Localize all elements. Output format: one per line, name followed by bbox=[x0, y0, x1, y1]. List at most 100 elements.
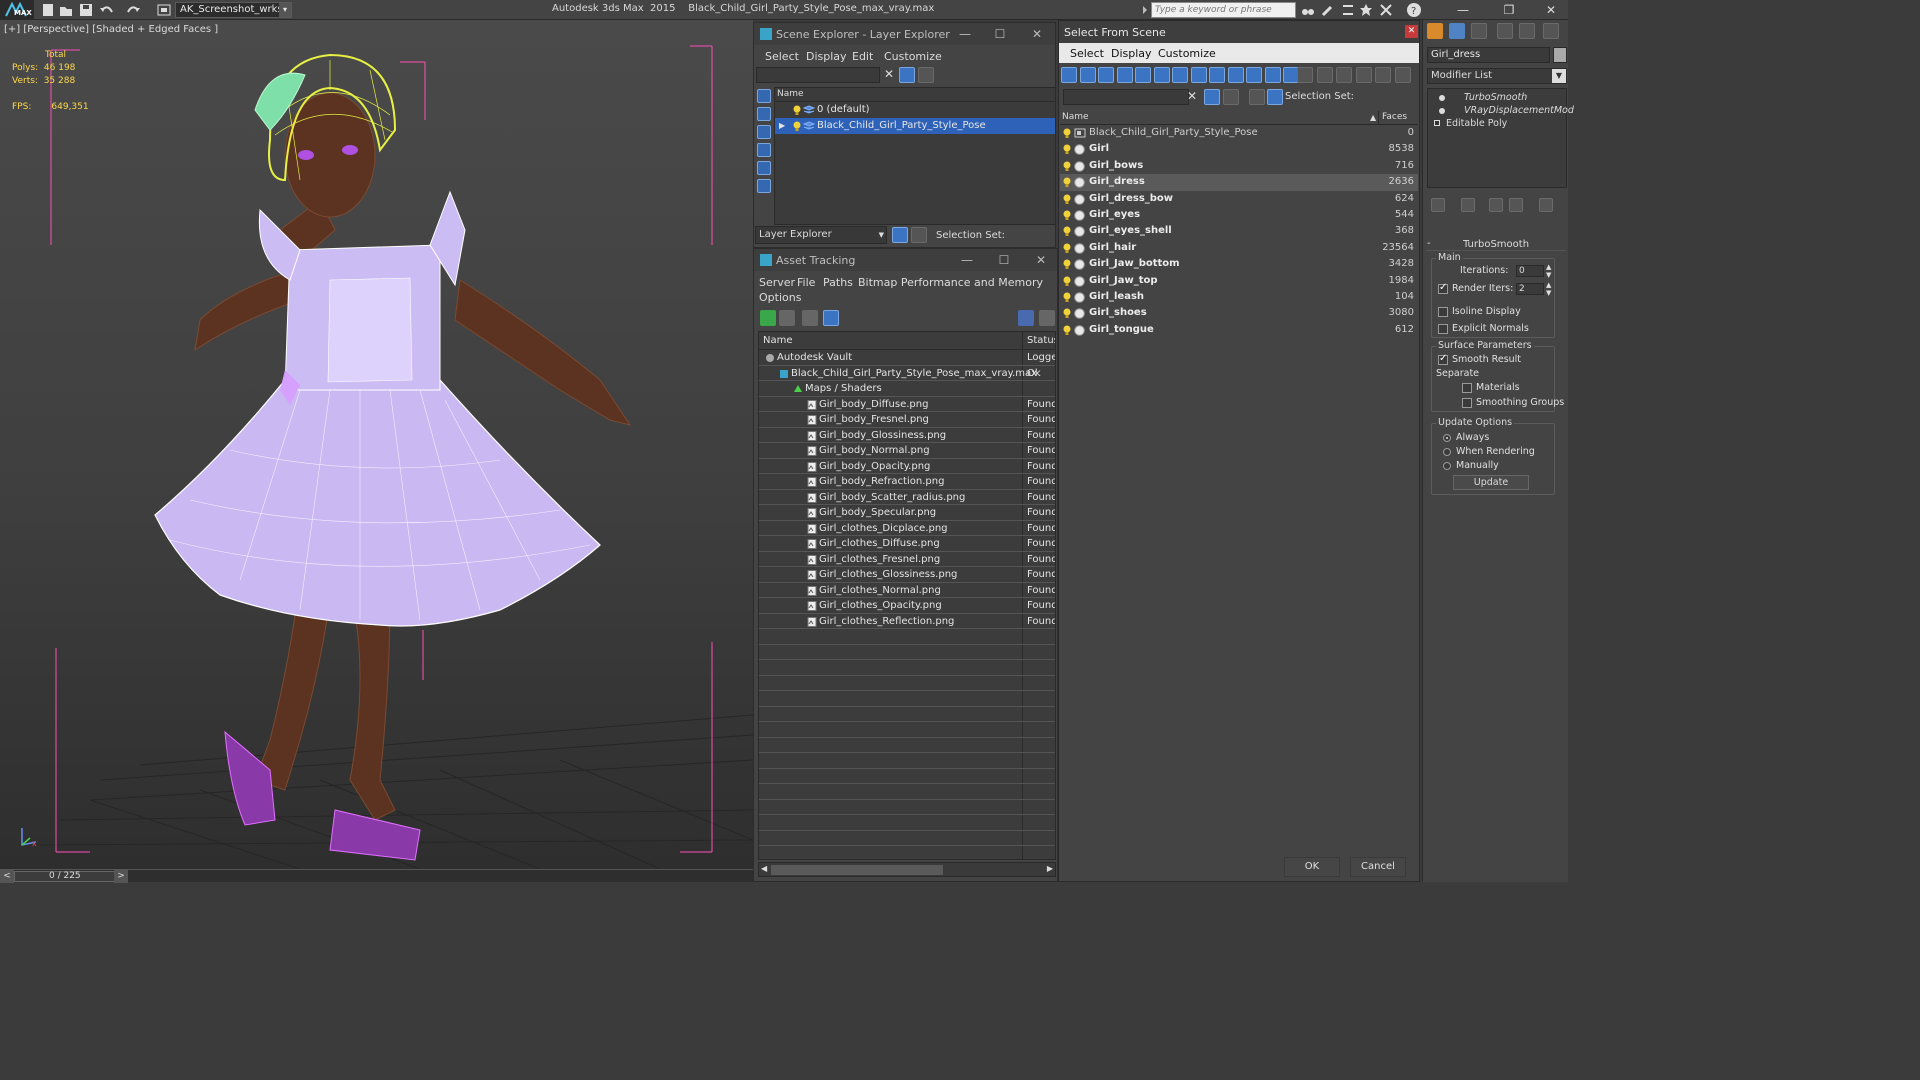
spinner-arrows-icon[interactable]: ▲ ▼ bbox=[1546, 263, 1551, 279]
asset-row[interactable]: Girl_body_Fresnel.png Found bbox=[759, 412, 1055, 428]
help-icon[interactable] bbox=[1018, 310, 1034, 326]
cameras-filter-icon[interactable] bbox=[1172, 67, 1188, 83]
settings-icon[interactable] bbox=[1039, 310, 1055, 326]
redo-icon[interactable] bbox=[126, 2, 142, 18]
col-faces-header[interactable]: Faces bbox=[1382, 111, 1407, 124]
binoculars-icon[interactable] bbox=[1300, 2, 1316, 18]
bulb-icon[interactable] bbox=[793, 121, 801, 131]
bulb-icon[interactable] bbox=[1063, 177, 1071, 188]
object-row[interactable]: Girl_tongue 612 bbox=[1060, 322, 1418, 338]
minimize-button[interactable]: — bbox=[948, 24, 982, 44]
select-none-icon[interactable] bbox=[1316, 67, 1333, 83]
menu-customize[interactable]: Customize bbox=[884, 50, 942, 63]
shapes-filter-icon[interactable] bbox=[1135, 67, 1151, 83]
display-helpers-icon[interactable] bbox=[757, 179, 771, 193]
scene-explorer-titlebar[interactable]: Scene Explorer - Layer Explorer — ☐ ✕ bbox=[754, 23, 1055, 45]
bulb-icon[interactable] bbox=[1438, 107, 1446, 115]
maximize-button[interactable]: ☐ bbox=[987, 250, 1021, 270]
time-slider-track[interactable]: 0 / 225 bbox=[14, 871, 128, 882]
display-lights-icon[interactable] bbox=[757, 143, 771, 157]
filter-icon[interactable] bbox=[899, 67, 915, 83]
col-status-header[interactable]: Status bbox=[1027, 332, 1055, 350]
motion-tab-icon[interactable] bbox=[1497, 23, 1513, 39]
table-view-icon[interactable] bbox=[823, 310, 839, 326]
stack-item-turbosmooth[interactable]: TurboSmooth bbox=[1428, 91, 1566, 104]
asset-row[interactable]: Girl_clothes_Fresnel.png Found bbox=[759, 552, 1055, 567]
update-button[interactable]: Update bbox=[1453, 475, 1529, 490]
asset-row[interactable]: Maps / Shaders bbox=[759, 381, 1055, 397]
pin-stack-icon[interactable] bbox=[1431, 198, 1445, 212]
menu-options[interactable]: Options bbox=[759, 291, 801, 304]
object-row[interactable]: Girl_eyes 544 bbox=[1060, 207, 1418, 223]
menu-select[interactable]: Select bbox=[1070, 47, 1104, 60]
restore-button[interactable]: ❐ bbox=[1494, 0, 1524, 20]
object-row[interactable]: Girl_dress_bow 624 bbox=[1060, 191, 1418, 207]
explorer-type-dropdown[interactable]: Layer Explorer ▼ bbox=[755, 226, 887, 244]
list-view-icon[interactable] bbox=[779, 310, 795, 326]
spacewarps-filter-icon[interactable] bbox=[1209, 67, 1225, 83]
menu-edit[interactable]: Edit bbox=[852, 50, 873, 63]
scene-search-input[interactable] bbox=[756, 67, 880, 83]
cancel-button[interactable]: Cancel bbox=[1350, 857, 1406, 877]
options-icon[interactable] bbox=[1223, 89, 1239, 105]
time-slider[interactable]: < 0 / 225 > bbox=[0, 869, 753, 883]
bones-filter-icon[interactable] bbox=[1264, 67, 1281, 83]
object-row[interactable]: Girl_leash 104 bbox=[1060, 289, 1418, 305]
bulb-icon[interactable] bbox=[1063, 276, 1071, 287]
asset-row[interactable]: Girl_body_Opacity.png Found bbox=[759, 459, 1055, 474]
remove-modifier-icon[interactable] bbox=[1509, 198, 1523, 212]
asset-tracking-titlebar[interactable]: Asset Tracking — ☐ ✕ bbox=[754, 249, 1057, 271]
materials-checkbox[interactable] bbox=[1462, 383, 1472, 393]
bulb-icon[interactable] bbox=[1063, 144, 1071, 155]
clear-search-icon[interactable]: ✕ bbox=[1187, 89, 1197, 103]
save-icon[interactable] bbox=[78, 2, 94, 18]
asset-row[interactable]: Girl_clothes_Normal.png Found bbox=[759, 583, 1055, 598]
sort-options-icon[interactable] bbox=[1375, 67, 1391, 83]
menu-select[interactable]: Select bbox=[765, 50, 799, 63]
minimize-button[interactable]: — bbox=[1448, 0, 1478, 20]
select-all-icon[interactable] bbox=[1297, 67, 1313, 83]
bulb-icon[interactable] bbox=[1063, 226, 1071, 237]
hierarchy-tab-icon[interactable] bbox=[1471, 23, 1487, 39]
asset-row[interactable]: Girl_clothes_Dicplace.png Found bbox=[759, 521, 1055, 536]
layer-column-name[interactable]: Name bbox=[775, 88, 1055, 102]
isoline-display-checkbox[interactable] bbox=[1438, 307, 1448, 317]
layer-row[interactable]: 0 (default) bbox=[775, 102, 1055, 118]
display-none-icon[interactable] bbox=[757, 89, 771, 103]
time-prev-button[interactable]: < bbox=[0, 870, 14, 883]
menu-bitmap-performance[interactable]: Bitmap Performance and Memory bbox=[858, 276, 1043, 289]
object-color-swatch[interactable] bbox=[1553, 47, 1567, 63]
collapse-icon[interactable] bbox=[1394, 67, 1411, 83]
hierarchy-mode-icon[interactable] bbox=[911, 227, 927, 243]
object-row[interactable]: Girl_Jaw_top 1984 bbox=[1060, 273, 1418, 289]
object-row[interactable]: Black_Child_Girl_Party_Style_Pose 0 bbox=[1060, 125, 1418, 141]
select-search-input[interactable] bbox=[1063, 89, 1189, 105]
xrefs-filter-icon[interactable] bbox=[1246, 67, 1262, 83]
col-name-header[interactable]: Name bbox=[1062, 111, 1089, 124]
close-button[interactable]: ✕ bbox=[1024, 250, 1058, 270]
bulb-icon[interactable] bbox=[1063, 259, 1071, 270]
turbosmooth-rollout-title[interactable]: TurboSmooth bbox=[1427, 238, 1565, 251]
bulb-icon[interactable] bbox=[1063, 194, 1071, 205]
menu-paths[interactable]: Paths bbox=[823, 276, 853, 289]
stack-item-vraydisplacement[interactable]: VRayDisplacementMod bbox=[1428, 104, 1574, 117]
perspective-viewport[interactable]: x [+] [Perspective] [Shaded + Edged Face… bbox=[0, 20, 753, 869]
layer-row[interactable]: ▶ Black_Child_Girl_Party_Style_Pose bbox=[775, 118, 1055, 134]
time-next-button[interactable]: > bbox=[114, 870, 128, 883]
star-icon[interactable] bbox=[1358, 2, 1374, 18]
render-iters-spinner[interactable]: 2 bbox=[1516, 283, 1544, 295]
thumbnail-icon[interactable] bbox=[802, 310, 818, 326]
explicit-normals-checkbox[interactable] bbox=[1438, 324, 1448, 334]
asset-row[interactable]: Girl_clothes_Opacity.png Found bbox=[759, 598, 1055, 614]
modify-tab-icon[interactable] bbox=[1449, 23, 1465, 39]
object-row[interactable]: Girl_hair 23564 bbox=[1060, 240, 1418, 256]
object-row[interactable]: Girl 8538 bbox=[1060, 141, 1418, 157]
asset-row[interactable]: Girl_clothes_Reflection.png Found bbox=[759, 614, 1055, 629]
asset-row[interactable]: Girl_body_Normal.png Found bbox=[759, 443, 1055, 459]
open-folder-icon[interactable] bbox=[58, 2, 74, 18]
display-none-icon[interactable] bbox=[1079, 67, 1096, 83]
asset-row[interactable]: Girl_body_Diffuse.png Found bbox=[759, 397, 1055, 412]
helpers-filter-icon[interactable] bbox=[1190, 67, 1207, 83]
asset-row[interactable]: Girl_body_Glossiness.png Found bbox=[759, 428, 1055, 443]
spinner-arrows-icon[interactable]: ▲ ▼ bbox=[1546, 281, 1551, 297]
